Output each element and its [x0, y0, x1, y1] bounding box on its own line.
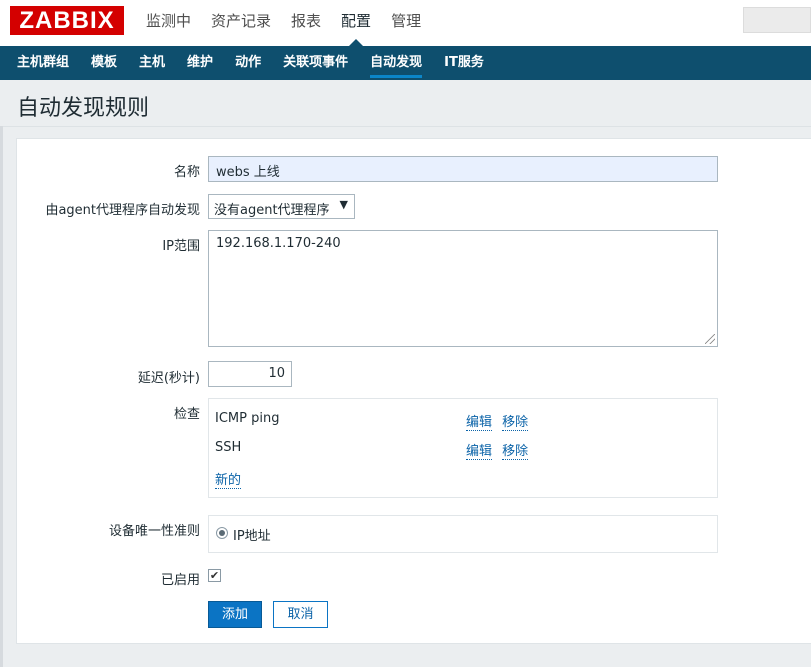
subnav-hosts[interactable]: 主机: [128, 46, 176, 80]
title-divider: [0, 126, 811, 127]
nav-administration[interactable]: 管理: [381, 0, 431, 46]
edit-link[interactable]: 编辑: [466, 415, 493, 431]
check-actions-icmp: 编辑 移除: [466, 411, 534, 431]
ip-range-label: IP范围: [162, 239, 200, 254]
resize-grip-icon[interactable]: [705, 334, 715, 344]
subnav-it-services[interactable]: IT服务: [433, 46, 495, 80]
ip-address-radio-label[interactable]: IP地址: [233, 525, 271, 544]
main-nav: 监测中 资产记录 报表 配置 管理: [136, 0, 431, 46]
left-edge: [0, 126, 3, 667]
subnav-actions[interactable]: 动作: [224, 46, 272, 80]
checks-list: ICMP ping 编辑 移除 SSH 编辑 移除 新的: [208, 398, 718, 498]
discovery-rule-form: 名称 webs 上线 由agent代理程序自动发现 没有agent代理程序 ▼ …: [16, 138, 811, 644]
ip-address-radio[interactable]: [216, 527, 228, 539]
remove-link[interactable]: 移除: [502, 444, 529, 460]
sub-nav: 主机群组 模板 主机 维护 动作 关联项事件 自动发现 IT服务: [0, 46, 811, 80]
enabled-label: 已启用: [160, 573, 200, 588]
add-button[interactable]: 添加: [208, 601, 262, 628]
enabled-checkbox[interactable]: ✔: [208, 569, 221, 582]
remove-link[interactable]: 移除: [502, 415, 529, 431]
ip-range-textarea[interactable]: 192.168.1.170-240: [208, 230, 718, 347]
check-name-ssh: SSH: [215, 440, 242, 455]
name-label: 名称: [173, 165, 200, 180]
subnav-discovery[interactable]: 自动发现: [359, 46, 433, 80]
delay-input[interactable]: 10: [208, 361, 292, 387]
subnav-templates[interactable]: 模板: [80, 46, 128, 80]
new-check-row: 新的: [215, 469, 247, 489]
delay-label: 延迟(秒计): [137, 371, 200, 386]
name-input[interactable]: webs 上线: [208, 156, 718, 182]
check-actions-ssh: 编辑 移除: [466, 440, 534, 460]
top-bar: ZABBIX 监测中 资产记录 报表 配置 管理: [0, 0, 811, 46]
subnav-maintenance[interactable]: 维护: [176, 46, 224, 80]
nav-configuration[interactable]: 配置: [331, 0, 381, 46]
uniqueness-label: 设备唯一性准则: [108, 524, 200, 539]
uniqueness-criteria: IP地址: [208, 515, 718, 553]
chevron-down-icon: ▼: [339, 198, 348, 211]
proxy-select[interactable]: 没有agent代理程序 ▼: [208, 194, 355, 219]
cancel-button[interactable]: 取消: [273, 601, 328, 628]
ip-range-value: 192.168.1.170-240: [216, 236, 341, 251]
nav-inventory[interactable]: 资产记录: [201, 0, 281, 46]
checks-label: 检查: [173, 407, 200, 422]
proxy-select-value: 没有agent代理程序: [214, 203, 330, 218]
nav-reports[interactable]: 报表: [281, 0, 331, 46]
check-name-icmp: ICMP ping: [215, 411, 280, 426]
edit-link[interactable]: 编辑: [466, 444, 493, 460]
page-title: 自动发现规则: [17, 96, 150, 121]
nav-monitoring[interactable]: 监测中: [136, 0, 201, 46]
search-input[interactable]: [743, 7, 811, 33]
zabbix-logo[interactable]: ZABBIX: [10, 6, 124, 35]
subnav-host-groups[interactable]: 主机群组: [6, 46, 80, 80]
proxy-label: 由agent代理程序自动发现: [45, 203, 200, 218]
subnav-event-correlation[interactable]: 关联项事件: [272, 46, 359, 80]
new-check-link[interactable]: 新的: [215, 473, 242, 489]
